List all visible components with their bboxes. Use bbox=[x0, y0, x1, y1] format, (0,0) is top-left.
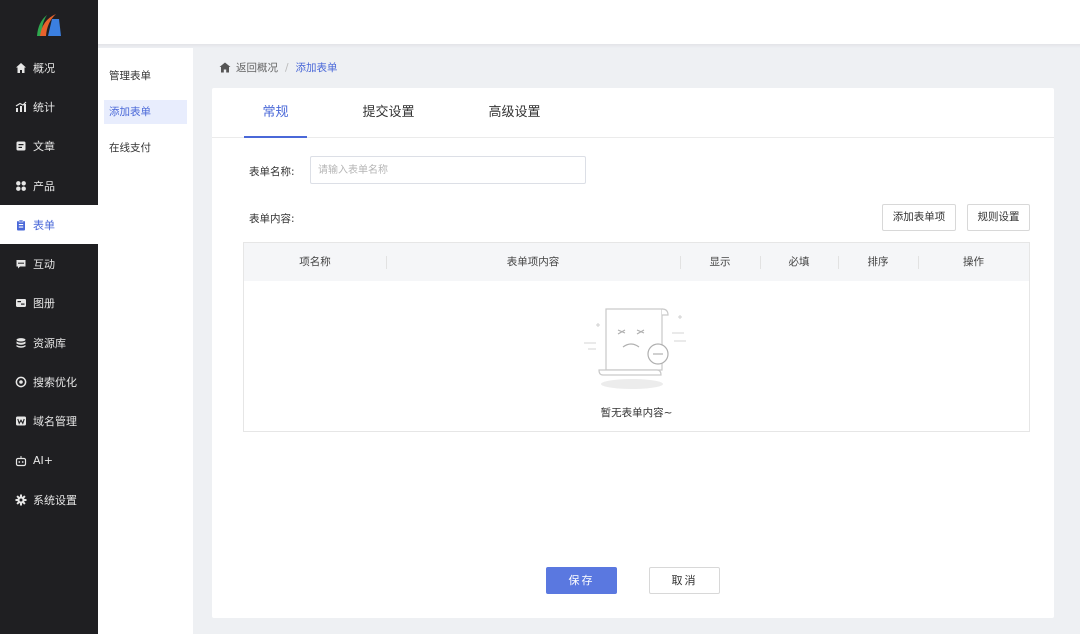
empty-state: 暂无表单内容~ bbox=[244, 281, 1029, 431]
column-header-sort: 排序 bbox=[867, 256, 889, 268]
app-logo[interactable] bbox=[0, 0, 98, 48]
robot-icon bbox=[15, 455, 27, 467]
stats-icon bbox=[15, 101, 27, 113]
breadcrumb: 返回概况 / 添加表单 bbox=[219, 60, 338, 75]
nav-label: 产品 bbox=[33, 179, 55, 193]
gallery-icon bbox=[15, 297, 27, 309]
rule-settings-button[interactable]: 规则设置 bbox=[967, 204, 1030, 231]
form-content-label: 表单内容: bbox=[249, 213, 295, 225]
sub-nav-online-payment[interactable]: 在线支付 bbox=[104, 136, 187, 160]
nav-item-stats[interactable]: 统计 bbox=[0, 87, 98, 126]
w-icon bbox=[15, 415, 27, 427]
top-bar bbox=[98, 0, 1080, 44]
nav-item-ai[interactable]: AI+ bbox=[0, 441, 98, 480]
table-header: 项名称 表单项内容 显示 必填 排序 操作 bbox=[244, 243, 1029, 281]
article-icon bbox=[15, 140, 27, 152]
nav-label: 互动 bbox=[33, 258, 55, 272]
tab-advanced-settings[interactable]: 高级设置 bbox=[478, 88, 551, 138]
nav-item-resources[interactable]: 资源库 bbox=[0, 323, 98, 362]
empty-state-text: 暂无表单内容~ bbox=[600, 407, 673, 419]
tab-submit-settings[interactable]: 提交设置 bbox=[352, 88, 425, 138]
tab-bar: 常规 提交设置 高级设置 bbox=[212, 88, 1054, 138]
database-icon bbox=[15, 337, 27, 349]
target-icon bbox=[15, 376, 27, 388]
home-icon[interactable] bbox=[219, 62, 231, 73]
chat-icon bbox=[15, 258, 27, 270]
nav-label: 资源库 bbox=[33, 336, 66, 350]
nav-label: 系统设置 bbox=[33, 493, 77, 507]
save-button[interactable]: 保存 bbox=[546, 567, 617, 594]
form-items-table: 项名称 表单项内容 显示 必填 排序 操作 暂无表单内容~ bbox=[243, 242, 1030, 432]
nav-item-overview[interactable]: 概况 bbox=[0, 48, 98, 87]
column-header-item-name: 项名称 bbox=[299, 256, 331, 268]
nav-item-articles[interactable]: 文章 bbox=[0, 127, 98, 166]
form-name-input[interactable] bbox=[310, 156, 586, 184]
nav-label: 统计 bbox=[33, 100, 55, 114]
add-form-item-button[interactable]: 添加表单项 bbox=[882, 204, 956, 231]
nav-label: 搜索优化 bbox=[33, 376, 77, 390]
sub-nav-manage-forms[interactable]: 管理表单 bbox=[104, 64, 187, 88]
clipboard-icon bbox=[15, 219, 27, 231]
nav-label: 表单 bbox=[33, 218, 55, 232]
nav-item-products[interactable]: 产品 bbox=[0, 166, 98, 205]
grid-icon bbox=[15, 180, 27, 192]
main-nav: 概况 统计 文章 产品 表单 互动 图册 资源库 搜索优化 域名管理 AI+ 系… bbox=[0, 0, 98, 634]
column-header-required: 必填 bbox=[788, 256, 810, 268]
nav-label: 概况 bbox=[33, 61, 55, 75]
nav-label: 文章 bbox=[33, 140, 55, 154]
nav-label: 域名管理 bbox=[33, 415, 77, 429]
nav-item-interaction[interactable]: 互动 bbox=[0, 244, 98, 283]
nav-item-seo[interactable]: 搜索优化 bbox=[0, 362, 98, 401]
breadcrumb-current: 添加表单 bbox=[295, 62, 338, 74]
empty-document-illustration bbox=[584, 308, 686, 389]
sub-nav: 管理表单 添加表单 在线支付 bbox=[98, 48, 193, 634]
nav-item-domain[interactable]: 域名管理 bbox=[0, 402, 98, 441]
gear-icon bbox=[15, 494, 27, 506]
form-name-label: 表单名称: bbox=[249, 166, 295, 178]
nav-item-forms[interactable]: 表单 bbox=[0, 205, 98, 245]
form-card: 常规 提交设置 高级设置 表单名称: 表单内容: 添加表单项 规则设置 项名称 … bbox=[212, 88, 1054, 618]
top-bar-shadow bbox=[98, 44, 1080, 48]
home-icon bbox=[15, 62, 27, 74]
nav-label: 图册 bbox=[33, 297, 55, 311]
nav-label: AI+ bbox=[33, 454, 53, 468]
nav-item-gallery[interactable]: 图册 bbox=[0, 284, 98, 323]
column-header-display: 显示 bbox=[709, 256, 731, 268]
breadcrumb-separator: / bbox=[285, 61, 289, 74]
breadcrumb-back-link[interactable]: 返回概况 bbox=[236, 60, 278, 75]
cancel-button[interactable]: 取消 bbox=[649, 567, 720, 594]
sub-nav-add-form[interactable]: 添加表单 bbox=[104, 100, 187, 124]
column-header-item-content: 表单项内容 bbox=[506, 256, 560, 268]
tab-general[interactable]: 常规 bbox=[244, 88, 307, 138]
column-header-actions: 操作 bbox=[963, 256, 984, 268]
nav-item-settings[interactable]: 系统设置 bbox=[0, 480, 98, 519]
